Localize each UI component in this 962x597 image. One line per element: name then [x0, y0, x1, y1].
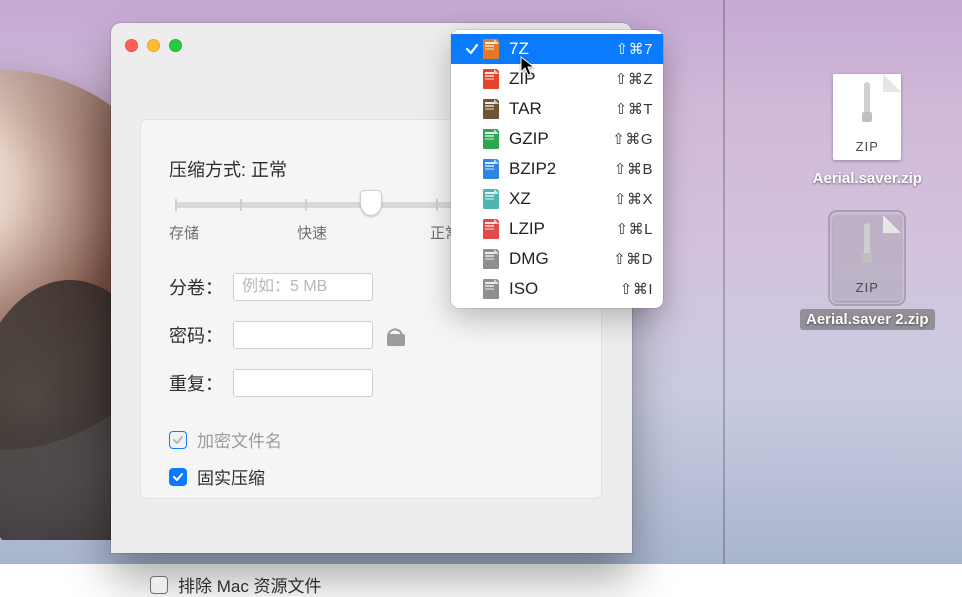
format-shortcut: ⇧⌘D	[613, 250, 653, 268]
desktop-background: 压缩方式: 正常 存储 快速 正常 最	[0, 0, 962, 564]
format-option-dmg[interactable]: DMG⇧⌘D	[451, 244, 663, 274]
vertical-divider	[723, 0, 725, 564]
slider-mark-fast: 快速	[292, 222, 332, 243]
format-name: DMG	[509, 249, 613, 269]
lock-open-icon	[387, 324, 405, 346]
slider-mark-store: 存储	[169, 222, 199, 243]
format-option-xz[interactable]: XZ⇧⌘X	[451, 184, 663, 214]
format-option-iso[interactable]: ISO⇧⌘I	[451, 274, 663, 304]
format-shortcut: ⇧⌘B	[614, 160, 653, 178]
format-name: GZIP	[509, 129, 612, 149]
zip-file-icon: ZIP	[833, 215, 901, 301]
format-option-tar[interactable]: TAR⇧⌘T	[451, 94, 663, 124]
zip-file-icon: ZIP	[833, 74, 901, 160]
format-name: TAR	[509, 99, 615, 119]
desktop-file[interactable]: ZIP Aerial.saver 2.zip	[800, 215, 935, 330]
repeat-password-input[interactable]	[233, 369, 373, 397]
file-name-label: Aerial.saver 2.zip	[800, 309, 935, 330]
format-name: ISO	[509, 279, 620, 299]
minimize-window-button[interactable]	[147, 39, 160, 52]
format-shortcut: ⇧⌘X	[614, 190, 653, 208]
archive-type-icon	[483, 129, 499, 149]
archive-type-icon	[483, 39, 499, 59]
slider-thumb[interactable]	[360, 190, 382, 216]
archive-type-icon	[483, 69, 499, 89]
format-name: LZIP	[509, 219, 616, 239]
file-type-label: ZIP	[833, 280, 901, 295]
repeat-label: 重复：	[169, 370, 233, 396]
format-option-bzip2[interactable]: BZIP2⇧⌘B	[451, 154, 663, 184]
format-name: XZ	[509, 189, 614, 209]
format-option-gzip[interactable]: GZIP⇧⌘G	[451, 124, 663, 154]
checkmark-icon	[461, 42, 483, 56]
format-shortcut: ⇧⌘Z	[615, 70, 653, 88]
format-option-zip[interactable]: ZIP⇧⌘Z	[451, 64, 663, 94]
format-option-lzip[interactable]: LZIP⇧⌘L	[451, 214, 663, 244]
format-shortcut: ⇧⌘G	[612, 130, 653, 148]
mouse-cursor-icon	[520, 56, 536, 78]
format-shortcut: ⇧⌘T	[615, 100, 653, 118]
archive-type-icon	[483, 279, 499, 299]
archive-type-icon	[483, 99, 499, 119]
encrypt-filenames-label: 加密文件名	[197, 427, 282, 452]
format-dropdown[interactable]: 7Z⇧⌘7ZIP⇧⌘ZTAR⇧⌘TGZIP⇧⌘GBZIP2⇧⌘BXZ⇧⌘XLZI…	[451, 30, 663, 308]
split-size-input[interactable]	[233, 273, 373, 301]
exclude-mac-resources-label: 排除 Mac 资源文件	[178, 572, 322, 597]
format-shortcut: ⇧⌘L	[616, 220, 653, 238]
split-label: 分卷：	[169, 274, 233, 300]
encrypt-filenames-checkbox	[169, 431, 187, 449]
archive-type-icon	[483, 159, 499, 179]
archive-type-icon	[483, 189, 499, 209]
exclude-mac-resources-checkbox[interactable]	[150, 576, 168, 594]
format-shortcut: ⇧⌘7	[616, 40, 653, 58]
close-window-button[interactable]	[125, 39, 138, 52]
format-name: BZIP2	[509, 159, 614, 179]
password-input[interactable]	[233, 321, 373, 349]
file-name-label: Aerial.saver.zip	[807, 168, 928, 189]
format-shortcut: ⇧⌘I	[620, 280, 653, 298]
password-label: 密码：	[169, 322, 233, 348]
solid-compression-label: 固实压缩	[197, 464, 265, 489]
desktop-files-area: ZIP Aerial.saver.zip ZIP Aerial.saver 2.zip	[800, 74, 935, 356]
desktop-file[interactable]: ZIP Aerial.saver.zip	[800, 74, 935, 189]
archive-type-icon	[483, 249, 499, 269]
solid-compression-checkbox[interactable]	[169, 468, 187, 486]
file-type-label: ZIP	[833, 139, 901, 154]
zoom-window-button[interactable]	[169, 39, 182, 52]
format-option-7z[interactable]: 7Z⇧⌘7	[451, 34, 663, 64]
archive-type-icon	[483, 219, 499, 239]
